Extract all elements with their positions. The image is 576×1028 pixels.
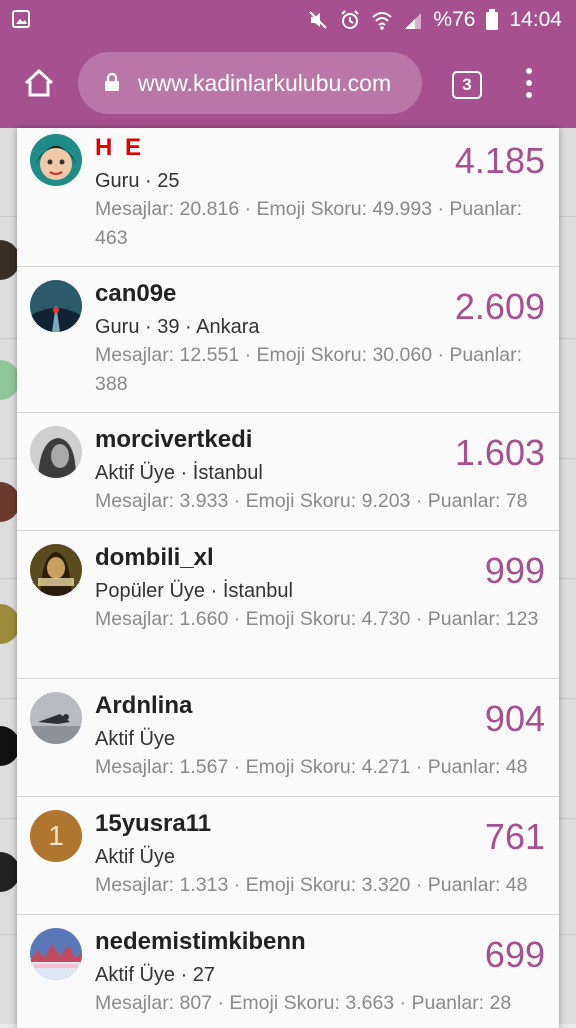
member-score: 4.185: [454, 140, 545, 181]
username[interactable]: dombili_xl: [95, 544, 214, 572]
status-bar: %76 14:04: [0, 0, 576, 40]
avatar[interactable]: [30, 928, 82, 980]
lock-icon: [105, 72, 119, 91]
avatar[interactable]: [30, 544, 82, 596]
url-text: www.kadinlarkulubu.com: [138, 70, 392, 96]
avatar[interactable]: [30, 280, 82, 332]
member-list-panel: H E Guru · 25 Mesajlar: 20.816 · Emoji S…: [17, 128, 559, 1028]
list-item[interactable]: H E Guru · 25 Mesajlar: 20.816 · Emoji S…: [17, 128, 559, 267]
member-stats: Mesajlar: 20.816 · Emoji Skoru: 49.993 ·…: [95, 198, 523, 249]
avatar-letter[interactable]: 1: [30, 810, 82, 862]
member-meta: Popüler Üye · İstanbul: [95, 580, 293, 602]
home-icon[interactable]: [22, 66, 56, 100]
member-score: 999: [484, 550, 545, 591]
member-meta: Aktif Üye · 27: [95, 964, 216, 986]
list-item[interactable]: Ardnlina Aktif Üye Mesajlar: 1.567 · Emo…: [17, 678, 559, 797]
avatar[interactable]: [30, 692, 82, 744]
member-meta: Aktif Üye: [95, 728, 176, 750]
username[interactable]: Ardnlina: [95, 692, 192, 720]
list-item[interactable]: can09e Guru · 39 · Ankara Mesajlar: 12.5…: [17, 266, 559, 413]
member-score: 904: [484, 698, 545, 739]
list-item[interactable]: 1 15yusra11 Aktif Üye Mesajlar: 1.313 · …: [17, 796, 559, 915]
list-item[interactable]: nedemistimkibenn Aktif Üye · 27 Mesajlar…: [17, 914, 559, 1028]
member-stats: Mesajlar: 807 · Emoji Skoru: 3.663 · Pua…: [95, 992, 512, 1014]
list-item[interactable]: morcivertkedi Aktif Üye · İstanbul Mesaj…: [17, 412, 559, 531]
username[interactable]: nedemistimkibenn: [95, 928, 306, 956]
signal-icon: [405, 13, 422, 29]
avatar[interactable]: [30, 134, 82, 186]
member-stats: Mesajlar: 1.660 · Emoji Skoru: 4.730 · P…: [95, 608, 539, 630]
battery-percent: %76: [433, 8, 476, 31]
member-score: 761: [484, 816, 545, 857]
overflow-menu-icon[interactable]: [524, 68, 534, 100]
wifi-icon: [372, 12, 393, 30]
member-score: 1.603: [454, 432, 545, 473]
alarm-icon: [341, 10, 360, 29]
address-bar[interactable]: www.kadinlarkulubu.com: [78, 52, 422, 114]
member-meta: Guru · 25: [95, 170, 180, 192]
battery-icon: [486, 9, 499, 30]
mute-icon: [309, 11, 328, 29]
list-item[interactable]: dombili_xl Popüler Üye · İstanbul Mesajl…: [17, 530, 559, 679]
member-meta: Aktif Üye: [95, 846, 176, 868]
username[interactable]: 15yusra11: [95, 810, 211, 838]
username[interactable]: H E: [95, 134, 144, 162]
member-score: 2.609: [454, 286, 545, 327]
member-stats: Mesajlar: 1.567 · Emoji Skoru: 4.271 · P…: [95, 756, 528, 778]
member-stats: Mesajlar: 12.551 · Emoji Skoru: 30.060 ·…: [95, 344, 523, 395]
gallery-icon: [12, 10, 30, 28]
member-stats: Mesajlar: 3.933 · Emoji Skoru: 9.203 · P…: [95, 490, 528, 512]
tab-switcher-button[interactable]: 3: [452, 71, 482, 99]
username[interactable]: morcivertkedi: [95, 426, 252, 454]
member-stats: Mesajlar: 1.313 · Emoji Skoru: 3.320 · P…: [95, 874, 528, 896]
member-meta: Guru · 39 · Ankara: [95, 316, 260, 338]
browser-toolbar: www.kadinlarkulubu.com 3: [0, 40, 576, 128]
username[interactable]: can09e: [95, 280, 176, 308]
member-score: 699: [484, 934, 545, 975]
avatar[interactable]: [30, 426, 82, 478]
member-meta: Aktif Üye · İstanbul: [95, 462, 263, 484]
clock: 14:04: [509, 8, 562, 31]
